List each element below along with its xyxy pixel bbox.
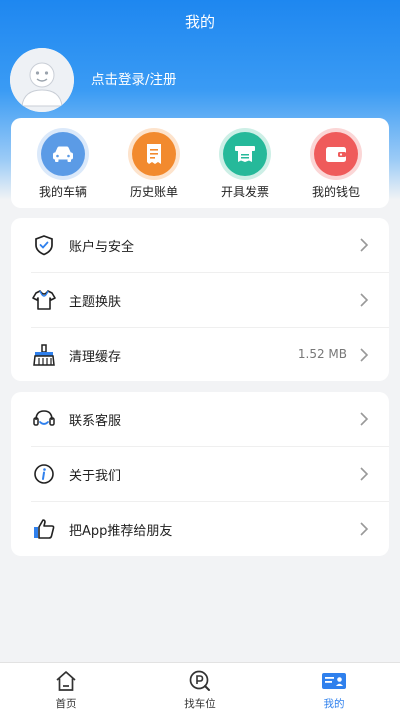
bottom-tab-bar: 首页 找车位 我的 xyxy=(0,662,400,710)
login-register-link[interactable]: 点击登录/注册 xyxy=(91,68,177,88)
page-title: 我的 xyxy=(184,13,215,31)
chevron-right-icon xyxy=(360,522,369,536)
shield-icon xyxy=(32,233,56,257)
tab-label: 我的 xyxy=(323,698,345,710)
tab-home[interactable]: 首页 xyxy=(31,669,101,710)
invoice-icon xyxy=(223,132,267,176)
settings-card-account: 账户与安全 主题换肤 清理缓存 1.52 MB xyxy=(11,218,389,381)
home-icon xyxy=(31,669,101,693)
chevron-right-icon xyxy=(360,412,369,426)
chevron-right-icon xyxy=(360,348,369,362)
row-contact-support[interactable]: 联系客服 xyxy=(11,392,389,446)
tab-find-parking[interactable]: 找车位 xyxy=(165,669,235,710)
row-label: 主题换肤 xyxy=(69,295,122,310)
quick-action-my-wallet[interactable]: 我的钱包 xyxy=(296,132,376,200)
row-theme-skin[interactable]: 主题换肤 xyxy=(11,273,389,327)
car-icon xyxy=(41,132,85,176)
shirt-icon xyxy=(32,288,56,312)
row-clear-cache[interactable]: 清理缓存 1.52 MB xyxy=(11,328,389,382)
parking-search-icon xyxy=(165,669,235,693)
thumbs-up-icon xyxy=(32,517,56,541)
quick-action-label: 开具发票 xyxy=(220,185,269,199)
quick-action-label: 我的车辆 xyxy=(38,185,87,199)
settings-card-support: 联系客服 关于我们 把App推荐给朋友 xyxy=(11,392,389,556)
broom-icon xyxy=(32,343,56,367)
row-account-security[interactable]: 账户与安全 xyxy=(11,218,389,272)
quick-action-bill-history[interactable]: 历史账单 xyxy=(114,132,194,200)
chevron-right-icon xyxy=(360,467,369,481)
cache-size-value: 1.52 MB xyxy=(297,347,347,361)
headset-icon xyxy=(32,407,56,431)
chevron-right-icon xyxy=(360,238,369,252)
row-label: 联系客服 xyxy=(69,414,122,429)
row-label: 账户与安全 xyxy=(69,240,135,255)
quick-action-issue-invoice[interactable]: 开具发票 xyxy=(205,132,285,200)
quick-actions-card: 我的车辆 历史账单 开具发票 我的钱包 xyxy=(11,118,389,208)
row-about-us[interactable]: 关于我们 xyxy=(11,447,389,501)
wallet-icon xyxy=(314,132,358,176)
avatar[interactable] xyxy=(10,48,74,112)
quick-action-label: 我的钱包 xyxy=(311,185,360,199)
profile-card-icon xyxy=(299,669,369,693)
row-label: 关于我们 xyxy=(69,469,122,484)
info-icon xyxy=(32,462,56,486)
tab-label: 首页 xyxy=(55,698,77,710)
row-label: 清理缓存 xyxy=(69,350,122,365)
tab-label: 找车位 xyxy=(184,698,216,710)
avatar-icon xyxy=(10,48,74,112)
quick-action-label: 历史账单 xyxy=(129,185,178,199)
row-recommend-app[interactable]: 把App推荐给朋友 xyxy=(11,502,389,556)
chevron-right-icon xyxy=(360,293,369,307)
row-label: 把App推荐给朋友 xyxy=(69,524,173,539)
bill-icon xyxy=(132,132,176,176)
quick-action-my-vehicles[interactable]: 我的车辆 xyxy=(23,132,103,200)
tab-mine[interactable]: 我的 xyxy=(299,669,369,710)
